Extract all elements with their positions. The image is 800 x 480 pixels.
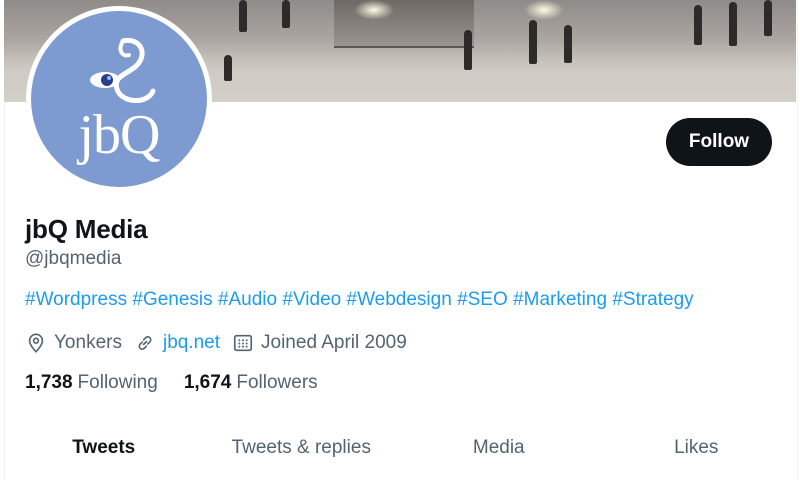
calendar-icon	[233, 334, 253, 352]
following-count: 1,738	[25, 372, 73, 393]
meta-url[interactable]: jbq.net	[134, 332, 220, 354]
hashtag-link[interactable]: #Audio	[218, 289, 277, 310]
profile-meta: Yonkers jbq.net Joined April 2009	[25, 330, 419, 356]
meta-joined: Joined April 2009	[232, 332, 407, 354]
banner-person	[239, 0, 247, 32]
banner-person	[694, 5, 702, 45]
follow-counts: 1,738 Following 1,674 Followers	[25, 372, 344, 394]
location-text: Yonkers	[54, 332, 122, 353]
followers-label: Followers	[236, 372, 318, 393]
tab-likes[interactable]: Likes	[598, 420, 796, 480]
follow-button[interactable]: Follow	[666, 118, 772, 166]
followers-count: 1,674	[183, 372, 232, 393]
tab-media[interactable]: Media	[400, 420, 598, 480]
avatar-logo: jbQ	[31, 11, 207, 187]
tab-tweets[interactable]: Tweets	[5, 420, 203, 480]
hashtag-link[interactable]: #Marketing	[513, 289, 607, 310]
hashtag-link[interactable]: #Wordpress	[25, 289, 127, 310]
tab-tweets-replies[interactable]: Tweets & replies	[203, 420, 401, 480]
banner-person	[764, 0, 772, 36]
banner-person	[224, 55, 232, 81]
profile-tabs: Tweets Tweets & replies Media Likes	[5, 420, 795, 480]
banner-person	[464, 30, 472, 70]
meta-location: Yonkers	[25, 332, 122, 354]
profile-bio: #Wordpress #Genesis #Audio #Video #Webde…	[25, 289, 694, 311]
hashtag-link[interactable]: #Webdesign	[347, 289, 452, 310]
profile-name: jbQ Media	[25, 214, 148, 244]
hashtag-link[interactable]: #Genesis	[132, 289, 212, 310]
followers-link[interactable]: 1,674 Followers	[184, 372, 318, 394]
link-icon	[138, 336, 152, 350]
banner-person	[564, 25, 572, 63]
banner-person	[529, 20, 537, 64]
location-pin-icon	[28, 333, 44, 353]
banner-person	[282, 0, 290, 28]
hashtag-link[interactable]: #SEO	[457, 289, 508, 310]
url-link[interactable]: jbq.net	[163, 332, 220, 354]
avatar[interactable]: jbQ	[26, 6, 212, 192]
avatar-text: jbQ	[78, 104, 161, 166]
banner-light	[524, 0, 564, 20]
following-label: Following	[77, 372, 158, 393]
joined-text: Joined April 2009	[261, 332, 407, 353]
profile-handle: @jbqmedia	[25, 248, 122, 269]
hashtag-link[interactable]: #Video	[282, 289, 341, 310]
banner-person	[729, 2, 737, 46]
hashtag-link[interactable]: #Strategy	[612, 289, 693, 310]
banner-light	[354, 0, 394, 20]
following-link[interactable]: 1,738 Following	[25, 372, 158, 394]
